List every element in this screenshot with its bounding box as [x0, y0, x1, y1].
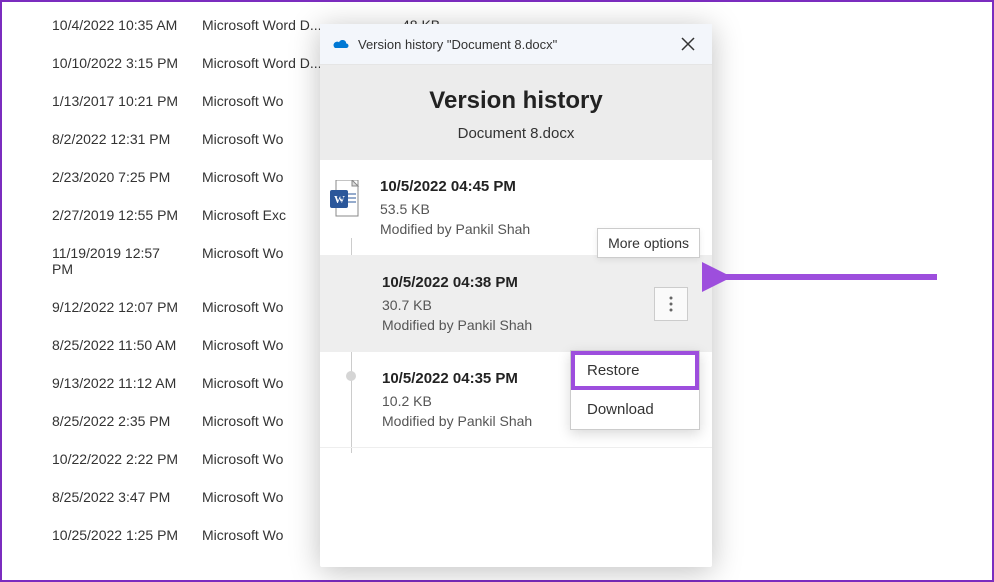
onedrive-icon — [332, 38, 350, 50]
file-date: 10/4/2022 10:35 AM — [2, 17, 182, 33]
file-date: 9/12/2022 12:07 PM — [2, 299, 182, 315]
file-date: 2/27/2019 12:55 PM — [2, 207, 182, 223]
version-item[interactable]: 10/5/2022 04:38 PM 30.7 KB Modified by P… — [320, 256, 712, 352]
file-date: 1/13/2017 10:21 PM — [2, 93, 182, 109]
versions-list: W 10/5/2022 04:45 PM 53.5 KB Modified by… — [320, 160, 712, 567]
more-options-tooltip: More options — [597, 228, 700, 258]
file-date: 8/25/2022 3:47 PM — [2, 489, 182, 505]
file-date: 10/10/2022 3:15 PM — [2, 55, 182, 71]
version-modified-by: Modified by Pankil Shah — [382, 317, 692, 333]
dialog-header: Version history Document 8.docx — [320, 65, 712, 160]
version-date: 10/5/2022 04:38 PM — [382, 274, 692, 291]
vertical-dots-icon — [669, 296, 673, 312]
file-date: 8/25/2022 11:50 AM — [2, 337, 182, 353]
version-context-menu: Restore Download — [570, 350, 700, 430]
annotation-arrow — [702, 262, 942, 297]
file-date: 8/25/2022 2:35 PM — [2, 413, 182, 429]
version-size: 53.5 KB — [380, 201, 692, 217]
dialog-titlebar: Version history "Document 8.docx" — [320, 24, 712, 65]
close-button[interactable] — [676, 32, 700, 56]
file-date: 10/25/2022 1:25 PM — [2, 527, 182, 543]
word-document-icon: W — [330, 178, 362, 237]
close-icon — [681, 37, 695, 51]
version-history-heading: Version history — [320, 87, 712, 115]
restore-menu-item[interactable]: Restore — [571, 351, 699, 390]
document-name: Document 8.docx — [320, 125, 712, 142]
version-size: 30.7 KB — [382, 297, 692, 313]
file-date: 10/22/2022 2:22 PM — [2, 451, 182, 467]
file-date: 9/13/2022 11:12 AM — [2, 375, 182, 391]
version-info: 10/5/2022 04:38 PM 30.7 KB Modified by P… — [382, 274, 692, 333]
file-date: 11/19/2019 12:57 PM — [2, 245, 182, 277]
download-menu-item[interactable]: Download — [571, 390, 699, 429]
version-date: 10/5/2022 04:45 PM — [380, 178, 692, 195]
more-options-button[interactable] — [654, 287, 688, 321]
file-date: 8/2/2022 12:31 PM — [2, 131, 182, 147]
version-history-dialog: Version history "Document 8.docx" Versio… — [320, 24, 712, 567]
dialog-title-text: Version history "Document 8.docx" — [358, 37, 676, 52]
file-date: 2/23/2020 7:25 PM — [2, 169, 182, 185]
svg-text:W: W — [334, 194, 345, 206]
